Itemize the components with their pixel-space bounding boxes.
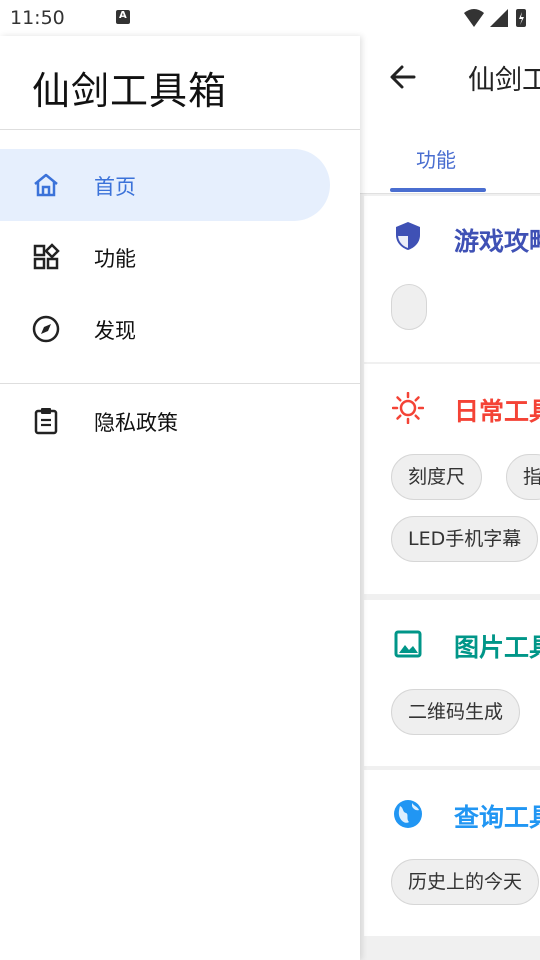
divider: [0, 383, 360, 384]
compass-icon: [32, 315, 60, 343]
navigation-drawer: 仙剑工具箱 首页 功能 发现 隐私政策: [0, 36, 360, 960]
chip-qr-generator[interactable]: 二维码生成: [391, 689, 521, 735]
nav-item-home[interactable]: 首页: [0, 149, 330, 221]
app-bar-title: 仙剑工: [468, 65, 540, 96]
nav-item-privacy-policy[interactable]: 隐私政策: [0, 385, 330, 457]
divider: [0, 129, 360, 130]
nav-label-discover: 发现: [94, 319, 136, 343]
drawer-title: 仙剑工具箱: [32, 69, 228, 113]
home-icon: [34, 173, 58, 197]
back-arrow-icon[interactable]: [388, 62, 418, 92]
nav-label-features: 功能: [94, 247, 136, 271]
main-screen: 仙剑工 功能 游戏攻略 日常工具 刻度尺 指 LED手机字幕: [360, 36, 540, 960]
chip-finger[interactable]: 指: [506, 454, 540, 500]
nav-item-features[interactable]: 功能: [0, 221, 330, 293]
chip-empty[interactable]: [391, 284, 427, 330]
section-query-tools: 查询工具 历史上的今天: [364, 770, 540, 936]
section-title: 图片工具: [454, 633, 540, 662]
globe-icon: [394, 800, 422, 828]
tab-bar: 功能: [360, 120, 540, 194]
wifi-icon: [464, 9, 484, 27]
clipboard-icon: [34, 408, 58, 435]
shield-icon: [396, 222, 420, 250]
image-icon: [394, 630, 422, 658]
status-time: 11:50: [10, 7, 65, 29]
nav-label-home: 首页: [94, 175, 136, 199]
chip-led-subtitle[interactable]: LED手机字幕: [391, 516, 539, 562]
sun-icon: [392, 392, 424, 424]
chip-today-in-history[interactable]: 历史上的今天: [391, 859, 540, 905]
section-image-tools: 图片工具 二维码生成: [364, 600, 540, 766]
chip-ruler[interactable]: 刻度尺: [391, 454, 483, 500]
signal-icon: [490, 9, 508, 27]
tab-indicator: [390, 188, 486, 192]
section-daily-tools: 日常工具 刻度尺 指 LED手机字幕: [364, 364, 540, 594]
nav-label-privacy-policy: 隐私政策: [94, 411, 178, 435]
nav-item-discover[interactable]: 发现: [0, 293, 330, 365]
section-title: 游戏攻略: [454, 227, 540, 256]
widgets-icon: [33, 243, 60, 270]
tab-features[interactable]: 功能: [416, 144, 456, 173]
section-game-guides: 游戏攻略: [364, 196, 540, 362]
status-icons: [464, 9, 526, 27]
section-title: 日常工具: [454, 397, 540, 426]
notification-icon: A: [116, 10, 130, 24]
status-bar: 11:50 A: [0, 0, 540, 36]
section-title: 查询工具: [454, 803, 540, 832]
app-bar: 仙剑工: [360, 36, 540, 120]
